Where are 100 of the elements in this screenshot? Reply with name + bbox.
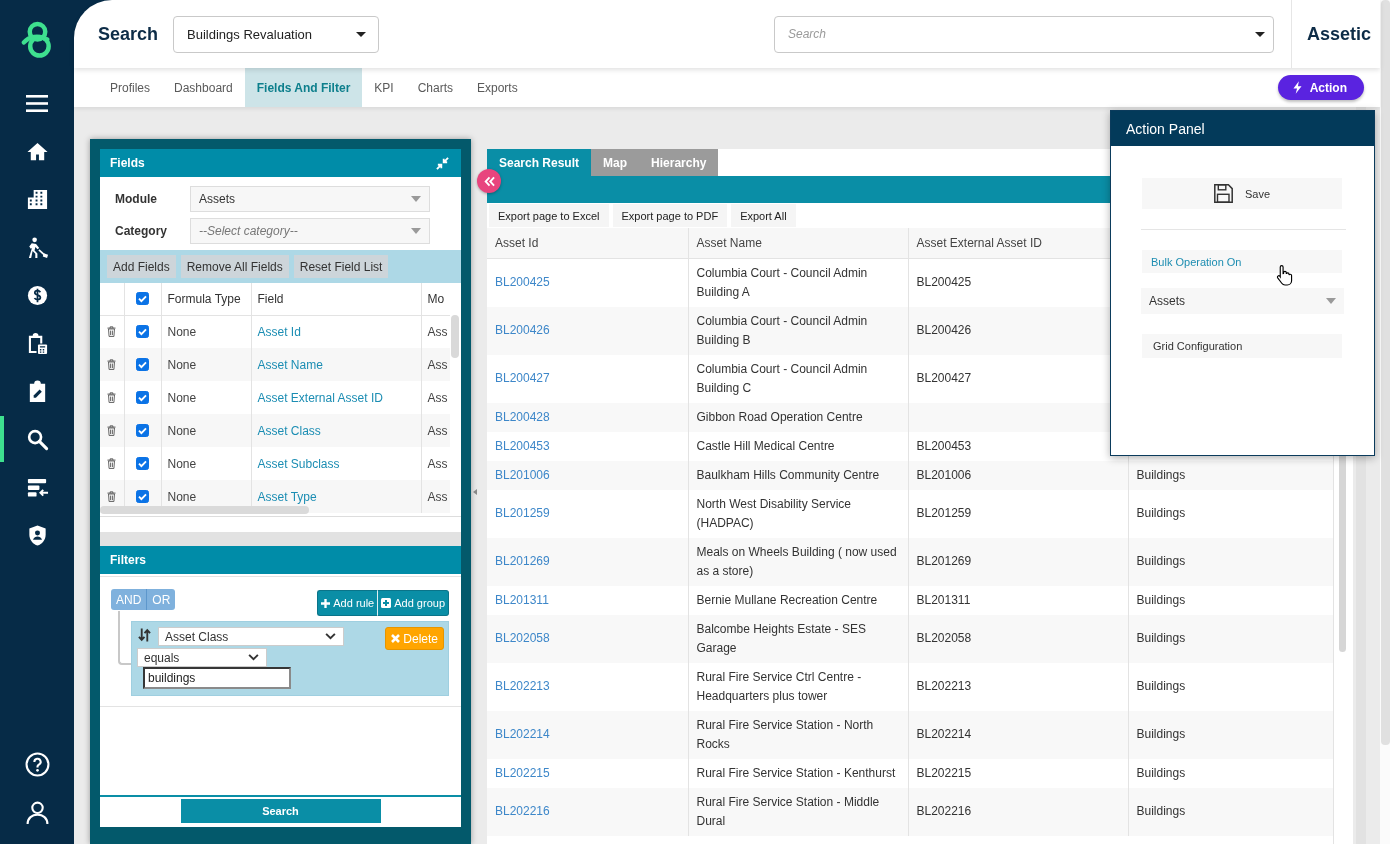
record-link[interactable]: BL200427 bbox=[495, 371, 550, 385]
lightning-icon[interactable] bbox=[1292, 81, 1302, 94]
table-cell: Rural Fire Service Station - North Rocks bbox=[688, 710, 908, 759]
table-cell: Columbia Court - Council Admin Building B bbox=[688, 306, 908, 355]
record-link[interactable]: BL201006 bbox=[495, 467, 550, 482]
tab[interactable]: Fields And Filter bbox=[244, 68, 363, 107]
profile-dropdown[interactable]: Buildings Revaluation bbox=[173, 15, 380, 53]
table-cell: None bbox=[161, 414, 251, 447]
dollar-coin-icon[interactable] bbox=[25, 283, 49, 307]
checkbox[interactable] bbox=[136, 325, 149, 339]
condition-button[interactable]: OR bbox=[146, 589, 176, 610]
plus-icon[interactable] bbox=[321, 598, 331, 608]
search-field[interactable]: Search bbox=[774, 15, 1274, 53]
collapse-button[interactable] bbox=[477, 169, 501, 193]
trash-icon[interactable] bbox=[107, 491, 117, 502]
tab[interactable]: KPI bbox=[362, 68, 406, 107]
plus-square-icon[interactable] bbox=[381, 598, 392, 608]
menu-icon[interactable] bbox=[26, 94, 48, 112]
add-button[interactable]: Add rule bbox=[317, 590, 379, 616]
scrollbar-thumb[interactable] bbox=[1381, 0, 1390, 745]
office-buildings-icon[interactable] bbox=[25, 187, 49, 211]
table-cell: Buildings bbox=[1128, 614, 1333, 663]
operator-dropdown[interactable]: equals bbox=[137, 648, 267, 667]
tab[interactable]: Charts bbox=[405, 68, 465, 107]
chevron-down-icon[interactable] bbox=[325, 633, 336, 640]
table-cell: North West Disability Service (HADPAC) bbox=[688, 489, 908, 538]
record-link[interactable]: BL202215 bbox=[495, 765, 550, 780]
export-button[interactable]: Export page to Excel bbox=[489, 204, 609, 227]
trash-icon[interactable] bbox=[107, 392, 117, 403]
trash-icon[interactable] bbox=[107, 326, 117, 338]
toolbar-button[interactable]: Remove All Fields bbox=[180, 255, 289, 278]
trash-icon[interactable] bbox=[107, 425, 117, 436]
section-title: Filters bbox=[110, 553, 146, 567]
column-header: Field bbox=[251, 283, 421, 315]
record-link[interactable]: BL202058 bbox=[495, 631, 550, 645]
record-link[interactable]: BL200453 bbox=[495, 438, 550, 453]
checkbox[interactable] bbox=[136, 358, 149, 371]
checkbox[interactable] bbox=[136, 457, 149, 470]
record-link[interactable]: BL202216 bbox=[495, 804, 550, 818]
chevron-down-icon[interactable] bbox=[248, 654, 259, 661]
tab[interactable]: Hierarchy bbox=[639, 149, 719, 176]
column-header: Asset Id bbox=[487, 228, 688, 258]
record-link[interactable]: BL202213 bbox=[495, 679, 550, 693]
table-cell: Buildings bbox=[1128, 787, 1333, 836]
toolbar-button[interactable]: Reset Field List bbox=[293, 255, 389, 278]
table-cell: BL201269 bbox=[908, 537, 1128, 586]
module-dropdown[interactable]: Assets bbox=[190, 186, 430, 212]
table-cell: Buildings bbox=[1128, 489, 1333, 538]
checkbox[interactable] bbox=[136, 490, 149, 503]
record-link[interactable]: BL200425 bbox=[495, 275, 550, 289]
field-link[interactable]: Asset Name bbox=[251, 348, 421, 381]
logo-icon bbox=[20, 21, 54, 58]
tab[interactable]: Search Result bbox=[487, 149, 592, 176]
search-button[interactable]: Search bbox=[180, 799, 381, 823]
user-icon[interactable] bbox=[24, 799, 50, 825]
save-icon[interactable] bbox=[1213, 184, 1233, 203]
up-down-arrows-icon[interactable] bbox=[138, 628, 151, 642]
table-cell: BL202213 bbox=[908, 662, 1128, 711]
table-cell: Columbia Court - Council Admin Building C bbox=[688, 354, 908, 403]
checkbox[interactable] bbox=[136, 424, 149, 437]
export-button[interactable]: Export page to PDF bbox=[612, 204, 728, 227]
table-cell: Buildings bbox=[1128, 585, 1333, 615]
trash-icon[interactable] bbox=[107, 359, 117, 370]
checkbox[interactable] bbox=[136, 292, 149, 306]
condition-button[interactable]: AND bbox=[111, 589, 147, 610]
record-link[interactable]: BL200426 bbox=[495, 323, 550, 337]
field-dropdown[interactable]: Asset Class bbox=[158, 627, 344, 646]
double-chevron-left-icon[interactable] bbox=[482, 175, 496, 187]
record-link[interactable]: BL200428 bbox=[495, 409, 550, 424]
field-label: Module bbox=[115, 192, 158, 206]
shrink-arrows-icon[interactable] bbox=[436, 156, 449, 170]
help-icon[interactable] bbox=[24, 751, 50, 777]
caret-icon[interactable] bbox=[1255, 31, 1265, 37]
field-link[interactable]: Asset Class bbox=[251, 414, 421, 447]
tab[interactable]: Dashboard bbox=[162, 68, 245, 107]
bulk-operation-dropdown[interactable]: Assets bbox=[1141, 288, 1344, 314]
search-icon[interactable] bbox=[25, 427, 49, 451]
tab[interactable]: Exports bbox=[465, 68, 530, 107]
tab[interactable]: Map bbox=[591, 149, 640, 176]
scrollbar-thumb[interactable] bbox=[451, 315, 459, 358]
record-link[interactable]: BL201259 bbox=[495, 506, 550, 520]
record-link[interactable]: BL201269 bbox=[495, 554, 550, 568]
tab[interactable]: Profiles bbox=[98, 68, 162, 107]
add-button[interactable]: Add group bbox=[378, 590, 449, 616]
action-button[interactable]: Action bbox=[1277, 75, 1364, 100]
export-button[interactable]: Export All bbox=[731, 204, 796, 227]
caret-icon[interactable] bbox=[356, 31, 367, 37]
checkbox[interactable] bbox=[136, 391, 149, 404]
panel-title: Action Panel bbox=[1126, 120, 1205, 137]
triangle-left-icon[interactable] bbox=[473, 488, 477, 495]
record-link[interactable]: BL202214 bbox=[495, 727, 550, 741]
grid-configuration-button[interactable]: Grid Configuration bbox=[1142, 334, 1342, 358]
scrollbar-thumb[interactable] bbox=[100, 506, 309, 514]
toolbar-button[interactable]: Add Fields bbox=[107, 255, 176, 278]
value-input[interactable]: buildings bbox=[143, 667, 291, 689]
category-dropdown[interactable]: --Select category-- bbox=[190, 218, 430, 244]
record-link[interactable]: BL201311 bbox=[495, 592, 549, 607]
trash-icon[interactable] bbox=[107, 458, 117, 469]
column-header: Formula Type bbox=[161, 283, 251, 315]
save-button[interactable]: Save bbox=[1142, 178, 1342, 209]
